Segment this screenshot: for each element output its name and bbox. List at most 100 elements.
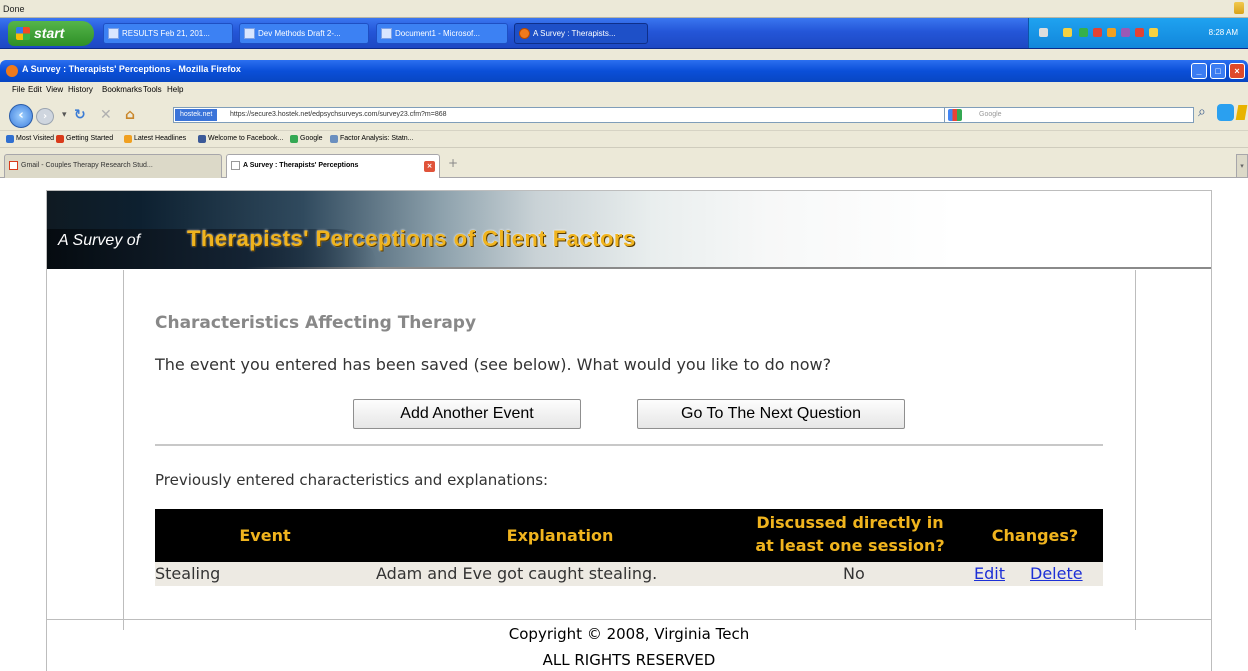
bookmark-label: Most Visited xyxy=(16,135,54,142)
taskbar-item-label: A Survey : Therapists... xyxy=(533,29,616,38)
table-row: Stealing Adam and Eve got caught stealin… xyxy=(155,562,1103,586)
network-icon[interactable] xyxy=(1039,28,1048,37)
firefox-icon xyxy=(6,65,18,77)
page-icon xyxy=(231,161,240,170)
menu-help[interactable]: Help xyxy=(167,85,183,94)
banner-prefix: A Survey of xyxy=(58,232,141,249)
tab-label: Gmail - Couples Therapy Research Stud... xyxy=(21,162,153,169)
footer-divider xyxy=(47,619,1211,620)
forward-button[interactable]: › xyxy=(36,108,54,125)
tab-survey[interactable]: A Survey : Therapists' Perceptions × xyxy=(226,154,440,179)
url-bar[interactable]: hostek.net https://secure3.hostek.net/ed… xyxy=(173,107,1058,123)
taskbar-item-label: Document1 - Microsof... xyxy=(395,29,480,38)
previous-entries-label: Previously entered characteristics and e… xyxy=(155,471,549,489)
facebook-icon xyxy=(198,135,206,143)
navigation-toolbar: ‹ › ▾ ↻ ✕ ⌂ hostek.net https://secure3.h… xyxy=(0,98,1248,131)
extension-icon[interactable] xyxy=(1235,105,1248,120)
site-identity-badge[interactable]: hostek.net xyxy=(175,109,218,121)
tray-app-icon[interactable] xyxy=(1135,28,1144,37)
bookmark-label: Factor Analysis: Statn... xyxy=(340,135,414,142)
bookmark-icon xyxy=(6,135,14,143)
page-viewport: A Survey of Therapists' Perceptions of C… xyxy=(0,178,1248,671)
resize-grip-icon[interactable] xyxy=(1234,2,1244,14)
search-input[interactable]: Google xyxy=(944,107,1194,123)
stop-button[interactable]: ✕ xyxy=(100,107,112,123)
search-icon[interactable]: ⌕ xyxy=(1198,104,1206,120)
system-tray: 8:28 AM xyxy=(1028,18,1248,48)
survey-page: A Survey of Therapists' Perceptions of C… xyxy=(46,190,1212,671)
maximize-button[interactable]: □ xyxy=(1210,63,1226,79)
bookmark-icon xyxy=(56,135,64,143)
history-dropdown-icon[interactable]: ▾ xyxy=(62,110,67,120)
reload-button[interactable]: ↻ xyxy=(74,107,86,123)
tray-app-icon[interactable] xyxy=(1121,28,1130,37)
minimize-button[interactable]: _ xyxy=(1191,63,1207,79)
cell-discussed: No xyxy=(843,564,865,583)
taskbar-item-label: Dev Methods Draft 2-... xyxy=(258,29,341,38)
header-discussed-line1: Discussed directly in xyxy=(756,513,944,532)
banner-title: Therapists' Perceptions of Client Factor… xyxy=(187,226,636,251)
menu-tools[interactable]: Tools xyxy=(143,85,162,94)
rights-text: ALL RIGHTS RESERVED xyxy=(542,651,716,669)
bookmark-google[interactable]: Google xyxy=(290,135,323,143)
volume-icon[interactable] xyxy=(1149,28,1158,37)
tab-gmail[interactable]: Gmail - Couples Therapy Research Stud... xyxy=(4,154,222,178)
screen: Done start RESULTS Feb 21, 201... Dev Me… xyxy=(0,0,1248,671)
taskbar-item-document1[interactable]: Document1 - Microsof... xyxy=(376,23,508,44)
window-title-bar[interactable]: A Survey : Therapists' Perceptions - Moz… xyxy=(0,60,1248,82)
bookmark-getting-started[interactable]: Getting Started xyxy=(56,135,114,143)
status-text: Done xyxy=(3,4,25,14)
window-title: A Survey : Therapists' Perceptions - Moz… xyxy=(22,64,241,74)
close-tab-icon[interactable]: × xyxy=(424,161,435,172)
tab-bar: Gmail - Couples Therapy Research Stud...… xyxy=(0,148,1248,179)
delete-link[interactable]: Delete xyxy=(1030,564,1083,583)
close-button[interactable]: × xyxy=(1229,63,1245,79)
bookmark-icon xyxy=(330,135,338,143)
menu-edit[interactable]: Edit xyxy=(28,85,42,94)
taskbar-item-dev-methods[interactable]: Dev Methods Draft 2-... xyxy=(239,23,369,44)
taskbar-item-survey[interactable]: A Survey : Therapists... xyxy=(514,23,648,44)
status-bar: Done xyxy=(0,0,1248,18)
google-icon xyxy=(290,135,298,143)
bookmark-facebook[interactable]: Welcome to Facebook... xyxy=(198,135,284,143)
tray-app-icon[interactable] xyxy=(1079,28,1088,37)
security-icon[interactable] xyxy=(1063,28,1072,37)
taskbar: start RESULTS Feb 21, 201... Dev Methods… xyxy=(0,18,1248,49)
copyright-text: Copyright © 2008, Virginia Tech xyxy=(508,625,750,643)
new-tab-button[interactable]: + xyxy=(448,156,458,170)
search-placeholder: Google xyxy=(979,111,1002,118)
firefox-icon xyxy=(519,28,530,39)
column-divider-right xyxy=(1135,270,1136,630)
add-another-event-button[interactable]: Add Another Event xyxy=(353,399,581,429)
skype-icon[interactable] xyxy=(1217,104,1234,121)
table-header: Event Explanation Discussed directly in … xyxy=(155,509,1103,562)
menu-history[interactable]: History xyxy=(68,85,93,94)
tray-app-icon[interactable] xyxy=(1093,28,1102,37)
tray-app-icon[interactable] xyxy=(1107,28,1116,37)
windows-logo-icon xyxy=(16,27,30,40)
bookmark-factor-analysis[interactable]: Factor Analysis: Statn... xyxy=(330,135,414,143)
home-button[interactable]: ⌂ xyxy=(125,107,135,123)
start-button[interactable]: start xyxy=(8,21,94,46)
google-icon[interactable] xyxy=(948,109,962,121)
bookmarks-toolbar: Most Visited Getting Started Latest Head… xyxy=(0,131,1248,148)
bookmark-latest-headlines[interactable]: Latest Headlines xyxy=(124,135,186,143)
bookmark-label: Getting Started xyxy=(66,135,114,142)
bookmark-label: Google xyxy=(300,135,323,142)
menu-file[interactable]: File xyxy=(12,85,25,94)
tab-list-icon[interactable]: ▾ xyxy=(1236,154,1248,178)
edit-link[interactable]: Edit xyxy=(974,564,1005,583)
column-divider-left xyxy=(123,270,124,630)
gmail-icon xyxy=(9,161,18,170)
url-text[interactable]: https://secure3.hostek.net/edpsychsurvey… xyxy=(230,108,447,122)
next-question-button[interactable]: Go To The Next Question xyxy=(637,399,905,429)
bookmark-label: Welcome to Facebook... xyxy=(208,135,284,142)
divider xyxy=(155,444,1103,446)
clock[interactable]: 8:28 AM xyxy=(1209,28,1238,37)
back-button[interactable]: ‹ xyxy=(9,104,33,128)
taskbar-item-results[interactable]: RESULTS Feb 21, 201... xyxy=(103,23,233,44)
menu-view[interactable]: View xyxy=(46,85,63,94)
taskbar-item-label: RESULTS Feb 21, 201... xyxy=(122,29,210,38)
bookmark-most-visited[interactable]: Most Visited xyxy=(6,135,54,143)
menu-bookmarks[interactable]: Bookmarks xyxy=(102,85,142,94)
